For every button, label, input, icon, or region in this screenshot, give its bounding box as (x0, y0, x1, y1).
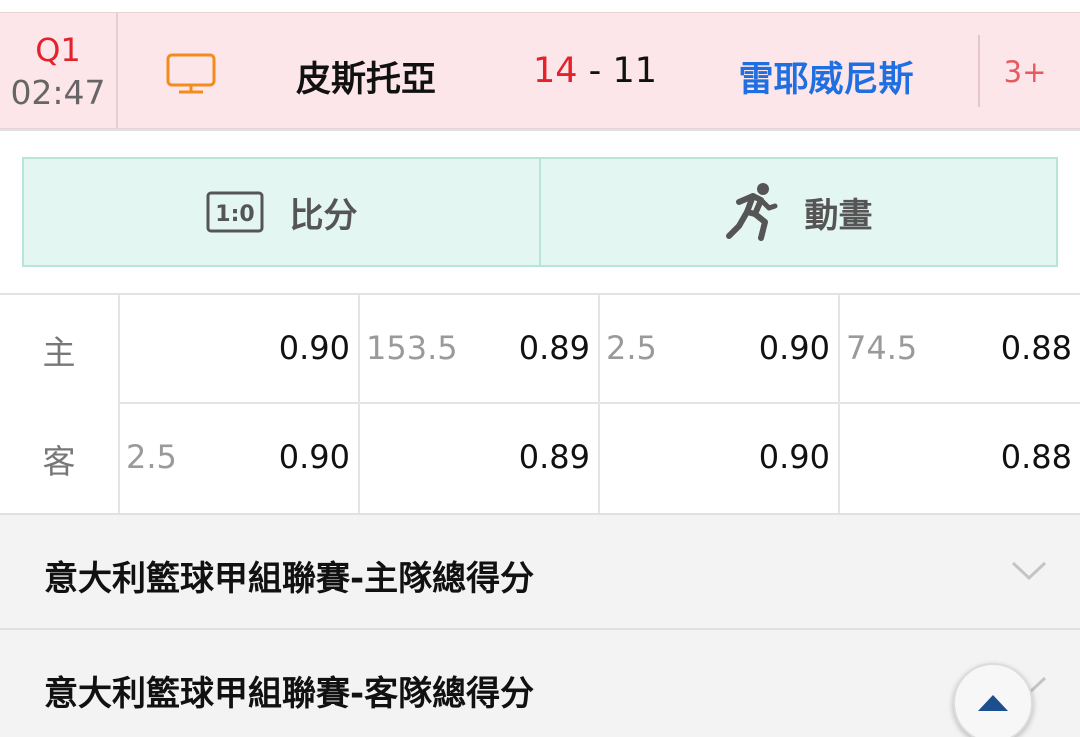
more-markets-button[interactable]: 3+ (990, 55, 1060, 89)
odds-cell[interactable]: 2.5 0.90 (598, 295, 838, 404)
tab-score[interactable]: 1:0 比分 (22, 157, 541, 267)
odds-price: 0.89 (518, 329, 590, 367)
market-title: 意大利籃球甲組聯賽-客隊總得分 (44, 674, 535, 714)
odds-price: 0.88 (1000, 329, 1072, 367)
odds-price: 0.90 (758, 329, 830, 367)
odds-line: 74.5 (846, 329, 918, 367)
period-label: Q1 (35, 31, 81, 69)
odds-cell[interactable]: 0.88 (838, 404, 1080, 513)
tab-score-label: 比分 (289, 195, 358, 236)
tab-animation-label: 動畫 (804, 195, 873, 236)
odds-cell[interactable]: 153.5 0.89 (358, 295, 598, 404)
odds-price: 0.90 (278, 438, 350, 476)
market-home-total-points[interactable]: 意大利籃球甲組聯賽-主隊總得分 (0, 513, 1080, 628)
view-tabs: 1:0 比分 動畫 (22, 157, 1058, 267)
match-score: 14 - 11 (530, 51, 660, 91)
row-label-away: 客 (42, 441, 76, 481)
odds-table: 主 客 0.90 153.5 0.89 2.5 0.90 74.5 0.88 2… (0, 295, 1080, 513)
odds-price: 0.90 (278, 329, 350, 367)
odds-price: 0.90 (758, 438, 830, 476)
odds-cell[interactable]: 0.90 (118, 295, 358, 404)
home-team-name: 皮斯托亞 (295, 60, 436, 100)
tv-icon[interactable] (166, 53, 216, 95)
game-clock: 02:47 (10, 73, 106, 112)
chevron-down-icon[interactable] (1010, 560, 1048, 582)
arrow-up-icon (978, 695, 1008, 711)
divider (0, 129, 1080, 131)
home-score: 14 (533, 51, 578, 91)
odds-cell[interactable]: 0.89 (358, 404, 598, 513)
market-away-total-points[interactable]: 意大利籃球甲組聯賽-客隊總得分 (0, 628, 1080, 737)
odds-cell[interactable]: 2.5 0.90 (118, 404, 358, 513)
svg-text:1:0: 1:0 (215, 202, 254, 227)
runner-icon (725, 183, 777, 241)
match-header[interactable]: Q1 02:47 皮斯托亞 14 - 11 雷耶威尼斯 3+ (0, 12, 1080, 129)
odds-line: 153.5 (366, 329, 458, 367)
scroll-to-top-button[interactable] (953, 663, 1033, 737)
odds-cell[interactable]: 0.90 (598, 404, 838, 513)
match-status: Q1 02:47 (0, 13, 118, 128)
scoreboard-icon: 1:0 (206, 191, 263, 233)
away-score: 11 (612, 51, 657, 91)
odds-line: 2.5 (126, 438, 177, 476)
odds-cell[interactable]: 74.5 0.88 (838, 295, 1080, 404)
odds-line: 2.5 (606, 329, 657, 367)
header-divider (978, 35, 980, 107)
market-title: 意大利籃球甲組聯賽-主隊總得分 (44, 559, 535, 599)
odds-price: 0.88 (1000, 438, 1072, 476)
tab-animation[interactable]: 動畫 (541, 157, 1058, 267)
away-team-name: 雷耶威尼斯 (738, 60, 914, 100)
row-label-home: 主 (42, 332, 76, 372)
score-separator: - (577, 51, 613, 91)
odds-price: 0.89 (518, 438, 590, 476)
